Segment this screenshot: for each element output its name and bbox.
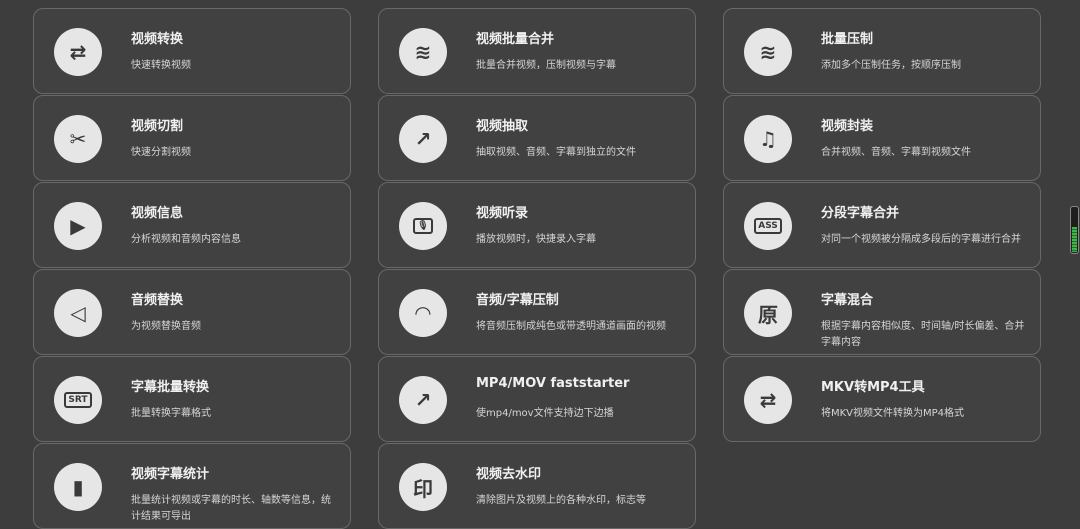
tool-card[interactable]: ↗ 视频抽取 抽取视频、音频、字幕到独立的文件 (378, 95, 696, 181)
tool-title: 批量压制 (821, 32, 874, 47)
empty-cell (723, 443, 1041, 529)
tool-card[interactable]: 原 字幕混合 根据字幕内容相似度、时间轴/时长偏差、合并字幕内容 (723, 269, 1041, 355)
tool-card[interactable]: ▶ 视频信息 分析视频和音频内容信息 (33, 182, 351, 268)
tool-card[interactable]: ♫ 视频封装 合并视频、音频、字幕到视频文件 (723, 95, 1041, 181)
tool-description: 分析视频和音频内容信息 (131, 234, 241, 245)
tool-grid: ⇄ 视频转换 快速转换视频 ≋ 视频批量合并 批量合并视频，压制视频与字幕 ≋ 批量… (33, 8, 1041, 529)
tool-description: 清除图片及视频上的各种水印，标志等 (476, 495, 646, 506)
tool-card[interactable]: ⇄ MKV转MP4工具 将MKV视频文件转换为MP4格式 (723, 356, 1041, 442)
bar-chart-icon: ▮ (54, 463, 102, 511)
tool-description: 将MKV视频文件转换为MP4格式 (821, 408, 965, 419)
tool-description: 对同一个视频被分隔成多段后的字幕进行合并 (821, 234, 1021, 245)
tool-description: 根据字幕内容相似度、时间轴/时长偏差、合并字幕内容 (821, 321, 1025, 348)
tool-description: 抽取视频、音频、字幕到独立的文件 (476, 147, 636, 158)
ass-merge-icon: ASS (744, 202, 792, 250)
tool-title: 视频抽取 (476, 119, 529, 134)
tool-title: 音频替换 (131, 293, 184, 308)
tool-title: 视频转换 (131, 32, 184, 47)
tool-card[interactable]: ≋ 视频批量合并 批量合并视频，压制视频与字幕 (378, 8, 696, 94)
tool-card[interactable]: SRT 字幕批量转换 批量转换字幕格式 (33, 356, 351, 442)
tool-card[interactable]: ≋ 批量压制 添加多个压制任务，按顺序压制 (723, 8, 1041, 94)
tool-description: 批量转换字幕格式 (131, 408, 211, 419)
tool-card[interactable]: ▮ 视频字幕统计 批量统计视频或字幕的时长、轴数等信息，统计结果可导出 (33, 443, 351, 529)
scrollbar-level-indicator[interactable] (1070, 206, 1079, 254)
tool-description: 批量合并视频，压制视频与字幕 (476, 60, 616, 71)
video-mux-icon: ♫ (744, 115, 792, 163)
tool-title: 视频字幕统计 (131, 467, 210, 482)
tool-description: 合并视频、音频、字幕到视频文件 (821, 147, 971, 158)
speaker-replace-icon: ◁ (54, 289, 102, 337)
folder-play-icon: ▶ (54, 202, 102, 250)
tool-description: 播放视频时，快捷录入字幕 (476, 234, 596, 245)
video-extract-icon: ↗ (399, 115, 447, 163)
tool-card[interactable]: ⇄ 视频转换 快速转换视频 (33, 8, 351, 94)
tool-title: MKV转MP4工具 (821, 380, 925, 395)
subtitle-mix-icon: 原 (744, 289, 792, 337)
tool-title: 视频批量合并 (476, 32, 555, 47)
tool-description: 快速分割视频 (131, 147, 191, 158)
tool-description: 为视频替换音频 (131, 321, 201, 332)
faststart-icon: ↗ (399, 376, 447, 424)
srt-icon: SRT (54, 376, 102, 424)
tool-card[interactable]: ASS 分段字幕合并 对同一个视频被分隔成多段后的字幕进行合并 (723, 182, 1041, 268)
tool-title: 视频切割 (131, 119, 184, 134)
tool-description: 使mp4/mov文件支持边下边播 (476, 408, 614, 419)
mkv-to-mp4-icon: ⇄ (744, 376, 792, 424)
tool-description: 快速转换视频 (131, 60, 191, 71)
microphone-icon: 🎙 (399, 202, 447, 250)
layers-merge-icon: ≋ (399, 28, 447, 76)
scrollbar-fill (1072, 226, 1077, 252)
tool-title: 字幕混合 (821, 293, 874, 308)
convert-avi-mov-icon: ⇄ (54, 28, 102, 76)
watermark-remove-icon: 印 (399, 463, 447, 511)
tool-title: 视频信息 (131, 206, 184, 221)
tool-title: 视频听录 (476, 206, 529, 221)
tool-title: 音频/字幕压制 (476, 293, 559, 308)
tool-title: 视频封装 (821, 119, 874, 134)
tool-card[interactable]: 印 视频去水印 清除图片及视频上的各种水印，标志等 (378, 443, 696, 529)
tool-card[interactable]: ◁ 音频替换 为视频替换音频 (33, 269, 351, 355)
tool-card[interactable]: 🎙 视频听录 播放视频时，快捷录入字幕 (378, 182, 696, 268)
tool-title: MP4/MOV faststarter (476, 376, 630, 391)
tool-card[interactable]: ↗ MP4/MOV faststarter 使mp4/mov文件支持边下边播 (378, 356, 696, 442)
tool-description: 添加多个压制任务，按顺序压制 (821, 60, 961, 71)
tool-description: 批量统计视频或字幕的时长、轴数等信息，统计结果可导出 (131, 495, 331, 522)
tool-title: 字幕批量转换 (131, 380, 210, 395)
layers-compress-icon: ≋ (744, 28, 792, 76)
video-cut-icon: ✂ (54, 115, 102, 163)
tool-title: 视频去水印 (476, 467, 542, 482)
headphones-icon: ◠ (399, 289, 447, 337)
tool-description: 将音频压制成纯色或带透明通道画面的视频 (476, 321, 666, 332)
tool-card[interactable]: ✂ 视频切割 快速分割视频 (33, 95, 351, 181)
tool-card[interactable]: ◠ 音频/字幕压制 将音频压制成纯色或带透明通道画面的视频 (378, 269, 696, 355)
tool-title: 分段字幕合并 (821, 206, 900, 221)
